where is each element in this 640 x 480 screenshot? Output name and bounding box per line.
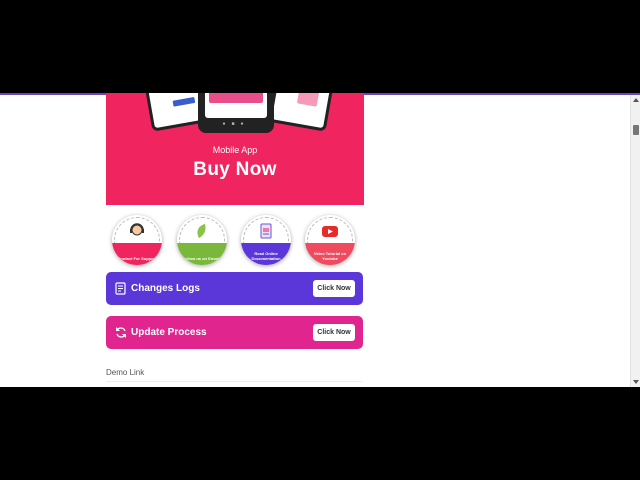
envato-leaf-icon <box>197 224 206 238</box>
support-links-row: Contact For Support Follow us on Envato <box>106 205 364 267</box>
browser-viewport: ●■● Mobile App Buy Now Contact For Suppo… <box>0 93 640 387</box>
buy-now-banner[interactable]: ●■● Mobile App Buy Now <box>106 93 364 205</box>
documentation-icon <box>260 223 272 239</box>
document-icon <box>115 282 126 295</box>
refresh-icon <box>116 327 126 338</box>
changes-logs-click-button[interactable]: Click Now <box>313 280 355 297</box>
phone-mockup-center: ●■● <box>198 93 274 133</box>
update-process-label: Update Process <box>131 327 207 338</box>
contact-support-link[interactable]: Contact For Support <box>112 215 162 265</box>
support-agent-icon <box>130 223 144 236</box>
demo-divider <box>106 381 363 382</box>
banner-subtitle: Mobile App <box>212 145 258 155</box>
youtube-tutorial-label: Video Tutorial on Youtube <box>313 251 347 261</box>
vertical-scrollbar[interactable] <box>630 95 640 387</box>
documentation-label: Read Online Documentation <box>251 251 281 261</box>
scroll-up-arrow-icon[interactable] <box>633 98 639 102</box>
demo-link-heading: Demo Link <box>106 368 145 377</box>
youtube-tutorial-link[interactable]: Video Tutorial on Youtube <box>305 215 355 265</box>
contact-support-label: Contact For Support <box>117 256 157 261</box>
update-process-bar: Update Process Click Now <box>106 316 363 349</box>
phone-mockup-right <box>268 93 334 132</box>
envato-follow-link[interactable]: Follow us on Envato <box>177 215 227 265</box>
banner-title[interactable]: Buy Now <box>106 159 364 181</box>
envato-follow-label: Follow us on Envato <box>182 256 222 261</box>
content-column: ●■● Mobile App Buy Now Contact For Suppo… <box>106 93 364 349</box>
documentation-link[interactable]: Read Online Documentation <box>241 215 291 265</box>
scroll-thumb[interactable] <box>633 125 639 135</box>
scroll-down-arrow-icon[interactable] <box>633 380 639 384</box>
changes-logs-bar: Changes Logs Click Now <box>106 272 363 305</box>
update-process-click-button[interactable]: Click Now <box>313 324 355 341</box>
youtube-icon <box>322 226 338 237</box>
changes-logs-label: Changes Logs <box>131 283 200 294</box>
